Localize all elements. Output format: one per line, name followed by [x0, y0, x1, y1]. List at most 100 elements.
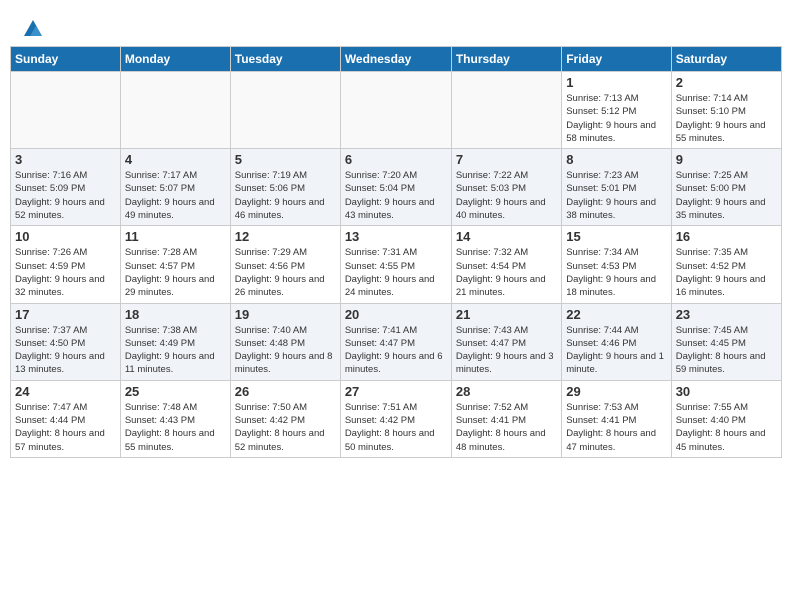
- calendar-cell: 3Sunrise: 7:16 AM Sunset: 5:09 PM Daylig…: [11, 149, 121, 226]
- day-number: 15: [566, 229, 666, 244]
- day-number: 17: [15, 307, 116, 322]
- calendar-cell: 10 Sunrise: 7:26 AM Sunset: 4:59 PM Dayli…: [11, 226, 121, 303]
- day-info: Sunrise: 7:28 AM Sunset: 4:57 PM Dayligh…: [125, 246, 226, 299]
- calendar-week-row: 3Sunrise: 7:16 AM Sunset: 5:09 PM Daylig…: [11, 149, 782, 226]
- day-info: Sunrise: 7:50 AM Sunset: 4:42 PM Dayligh…: [235, 401, 336, 454]
- calendar-cell: 12 Sunrise: 7:29 AM Sunset: 4:56 PM Dayli…: [230, 226, 340, 303]
- calendar-cell: 28Sunrise: 7:52 AM Sunset: 4:41 PM Dayli…: [451, 380, 561, 457]
- logo: [20, 18, 44, 36]
- weekday-header-friday: Friday: [562, 47, 671, 72]
- calendar-cell: 2Sunrise: 7:14 AM Sunset: 5:10 PM Daylig…: [671, 72, 781, 149]
- day-number: 20: [345, 307, 447, 322]
- day-info: Sunrise: 7:20 AM Sunset: 5:04 PM Dayligh…: [345, 169, 447, 222]
- day-number: 27: [345, 384, 447, 399]
- calendar-cell: [451, 72, 561, 149]
- day-info: Sunrise: 7:38 AM Sunset: 4:49 PM Dayligh…: [125, 324, 226, 377]
- day-info: Sunrise: 7:44 AM Sunset: 4:46 PM Dayligh…: [566, 324, 666, 377]
- day-info: Sunrise: 7:31 AM Sunset: 4:55 PM Dayligh…: [345, 246, 447, 299]
- day-number: 18: [125, 307, 226, 322]
- calendar-cell: 16 Sunrise: 7:35 AM Sunset: 4:52 PM Dayli…: [671, 226, 781, 303]
- calendar-body: 1 Sunrise: 7:13 AM Sunset: 5:12 PM Daylig…: [11, 72, 782, 458]
- calendar-week-row: 10 Sunrise: 7:26 AM Sunset: 4:59 PM Dayli…: [11, 226, 782, 303]
- day-info: Sunrise: 7:41 AM Sunset: 4:47 PM Dayligh…: [345, 324, 447, 377]
- weekday-header-monday: Monday: [120, 47, 230, 72]
- day-number: 11: [125, 229, 226, 244]
- day-info: Sunrise: 7:34 AM Sunset: 4:53 PM Dayligh…: [566, 246, 666, 299]
- calendar-cell: 5 Sunrise: 7:19 AM Sunset: 5:06 PM Daylig…: [230, 149, 340, 226]
- calendar-cell: 1 Sunrise: 7:13 AM Sunset: 5:12 PM Daylig…: [562, 72, 671, 149]
- calendar-week-row: 1 Sunrise: 7:13 AM Sunset: 5:12 PM Daylig…: [11, 72, 782, 149]
- day-number: 3: [15, 152, 116, 167]
- weekday-header-row: SundayMondayTuesdayWednesdayThursdayFrid…: [11, 47, 782, 72]
- calendar-cell: [11, 72, 121, 149]
- calendar-table: SundayMondayTuesdayWednesdayThursdayFrid…: [10, 46, 782, 458]
- day-number: 30: [676, 384, 777, 399]
- weekday-header-thursday: Thursday: [451, 47, 561, 72]
- day-info: Sunrise: 7:17 AM Sunset: 5:07 PM Dayligh…: [125, 169, 226, 222]
- day-info: Sunrise: 7:47 AM Sunset: 4:44 PM Dayligh…: [15, 401, 116, 454]
- page-header: [0, 0, 792, 46]
- day-number: 21: [456, 307, 557, 322]
- calendar-cell: 4 Sunrise: 7:17 AM Sunset: 5:07 PM Daylig…: [120, 149, 230, 226]
- day-info: Sunrise: 7:29 AM Sunset: 4:56 PM Dayligh…: [235, 246, 336, 299]
- calendar-cell: [120, 72, 230, 149]
- day-info: Sunrise: 7:32 AM Sunset: 4:54 PM Dayligh…: [456, 246, 557, 299]
- day-number: 8: [566, 152, 666, 167]
- day-info: Sunrise: 7:14 AM Sunset: 5:10 PM Dayligh…: [676, 92, 777, 145]
- day-number: 9: [676, 152, 777, 167]
- day-info: Sunrise: 7:19 AM Sunset: 5:06 PM Dayligh…: [235, 169, 336, 222]
- calendar-cell: [230, 72, 340, 149]
- calendar-cell: 23 Sunrise: 7:45 AM Sunset: 4:45 PM Dayli…: [671, 303, 781, 380]
- day-info: Sunrise: 7:22 AM Sunset: 5:03 PM Dayligh…: [456, 169, 557, 222]
- calendar-cell: 9 Sunrise: 7:25 AM Sunset: 5:00 PM Daylig…: [671, 149, 781, 226]
- day-info: Sunrise: 7:13 AM Sunset: 5:12 PM Dayligh…: [566, 92, 666, 145]
- day-number: 12: [235, 229, 336, 244]
- calendar-cell: 27 Sunrise: 7:51 AM Sunset: 4:42 PM Dayli…: [340, 380, 451, 457]
- day-info: Sunrise: 7:45 AM Sunset: 4:45 PM Dayligh…: [676, 324, 777, 377]
- weekday-header-wednesday: Wednesday: [340, 47, 451, 72]
- calendar-cell: 18 Sunrise: 7:38 AM Sunset: 4:49 PM Dayli…: [120, 303, 230, 380]
- day-info: Sunrise: 7:35 AM Sunset: 4:52 PM Dayligh…: [676, 246, 777, 299]
- day-info: Sunrise: 7:26 AM Sunset: 4:59 PM Dayligh…: [15, 246, 116, 299]
- day-info: Sunrise: 7:51 AM Sunset: 4:42 PM Dayligh…: [345, 401, 447, 454]
- calendar-wrapper: SundayMondayTuesdayWednesdayThursdayFrid…: [0, 46, 792, 468]
- calendar-cell: 13 Sunrise: 7:31 AM Sunset: 4:55 PM Dayli…: [340, 226, 451, 303]
- day-number: 28: [456, 384, 557, 399]
- calendar-cell: 14Sunrise: 7:32 AM Sunset: 4:54 PM Dayli…: [451, 226, 561, 303]
- calendar-cell: 8 Sunrise: 7:23 AM Sunset: 5:01 PM Daylig…: [562, 149, 671, 226]
- day-number: 13: [345, 229, 447, 244]
- day-number: 10: [15, 229, 116, 244]
- day-number: 23: [676, 307, 777, 322]
- day-info: Sunrise: 7:43 AM Sunset: 4:47 PM Dayligh…: [456, 324, 557, 377]
- day-number: 1: [566, 75, 666, 90]
- day-number: 6: [345, 152, 447, 167]
- day-info: Sunrise: 7:53 AM Sunset: 4:41 PM Dayligh…: [566, 401, 666, 454]
- calendar-week-row: 24Sunrise: 7:47 AM Sunset: 4:44 PM Dayli…: [11, 380, 782, 457]
- day-number: 16: [676, 229, 777, 244]
- calendar-header: SundayMondayTuesdayWednesdayThursdayFrid…: [11, 47, 782, 72]
- calendar-cell: 7 Sunrise: 7:22 AM Sunset: 5:03 PM Daylig…: [451, 149, 561, 226]
- day-number: 25: [125, 384, 226, 399]
- calendar-cell: 6 Sunrise: 7:20 AM Sunset: 5:04 PM Daylig…: [340, 149, 451, 226]
- day-info: Sunrise: 7:23 AM Sunset: 5:01 PM Dayligh…: [566, 169, 666, 222]
- day-info: Sunrise: 7:37 AM Sunset: 4:50 PM Dayligh…: [15, 324, 116, 377]
- calendar-cell: 26Sunrise: 7:50 AM Sunset: 4:42 PM Dayli…: [230, 380, 340, 457]
- weekday-header-saturday: Saturday: [671, 47, 781, 72]
- calendar-cell: 29 Sunrise: 7:53 AM Sunset: 4:41 PM Dayli…: [562, 380, 671, 457]
- day-info: Sunrise: 7:25 AM Sunset: 5:00 PM Dayligh…: [676, 169, 777, 222]
- day-info: Sunrise: 7:40 AM Sunset: 4:48 PM Dayligh…: [235, 324, 336, 377]
- calendar-cell: 11 Sunrise: 7:28 AM Sunset: 4:57 PM Dayli…: [120, 226, 230, 303]
- day-number: 7: [456, 152, 557, 167]
- weekday-header-tuesday: Tuesday: [230, 47, 340, 72]
- day-number: 22: [566, 307, 666, 322]
- calendar-cell: 21 Sunrise: 7:43 AM Sunset: 4:47 PM Dayli…: [451, 303, 561, 380]
- day-number: 4: [125, 152, 226, 167]
- day-number: 5: [235, 152, 336, 167]
- calendar-cell: 17 Sunrise: 7:37 AM Sunset: 4:50 PM Dayli…: [11, 303, 121, 380]
- day-number: 29: [566, 384, 666, 399]
- calendar-cell: 20 Sunrise: 7:41 AM Sunset: 4:47 PM Dayli…: [340, 303, 451, 380]
- day-number: 19: [235, 307, 336, 322]
- calendar-week-row: 17 Sunrise: 7:37 AM Sunset: 4:50 PM Dayli…: [11, 303, 782, 380]
- calendar-cell: 15 Sunrise: 7:34 AM Sunset: 4:53 PM Dayli…: [562, 226, 671, 303]
- calendar-cell: [340, 72, 451, 149]
